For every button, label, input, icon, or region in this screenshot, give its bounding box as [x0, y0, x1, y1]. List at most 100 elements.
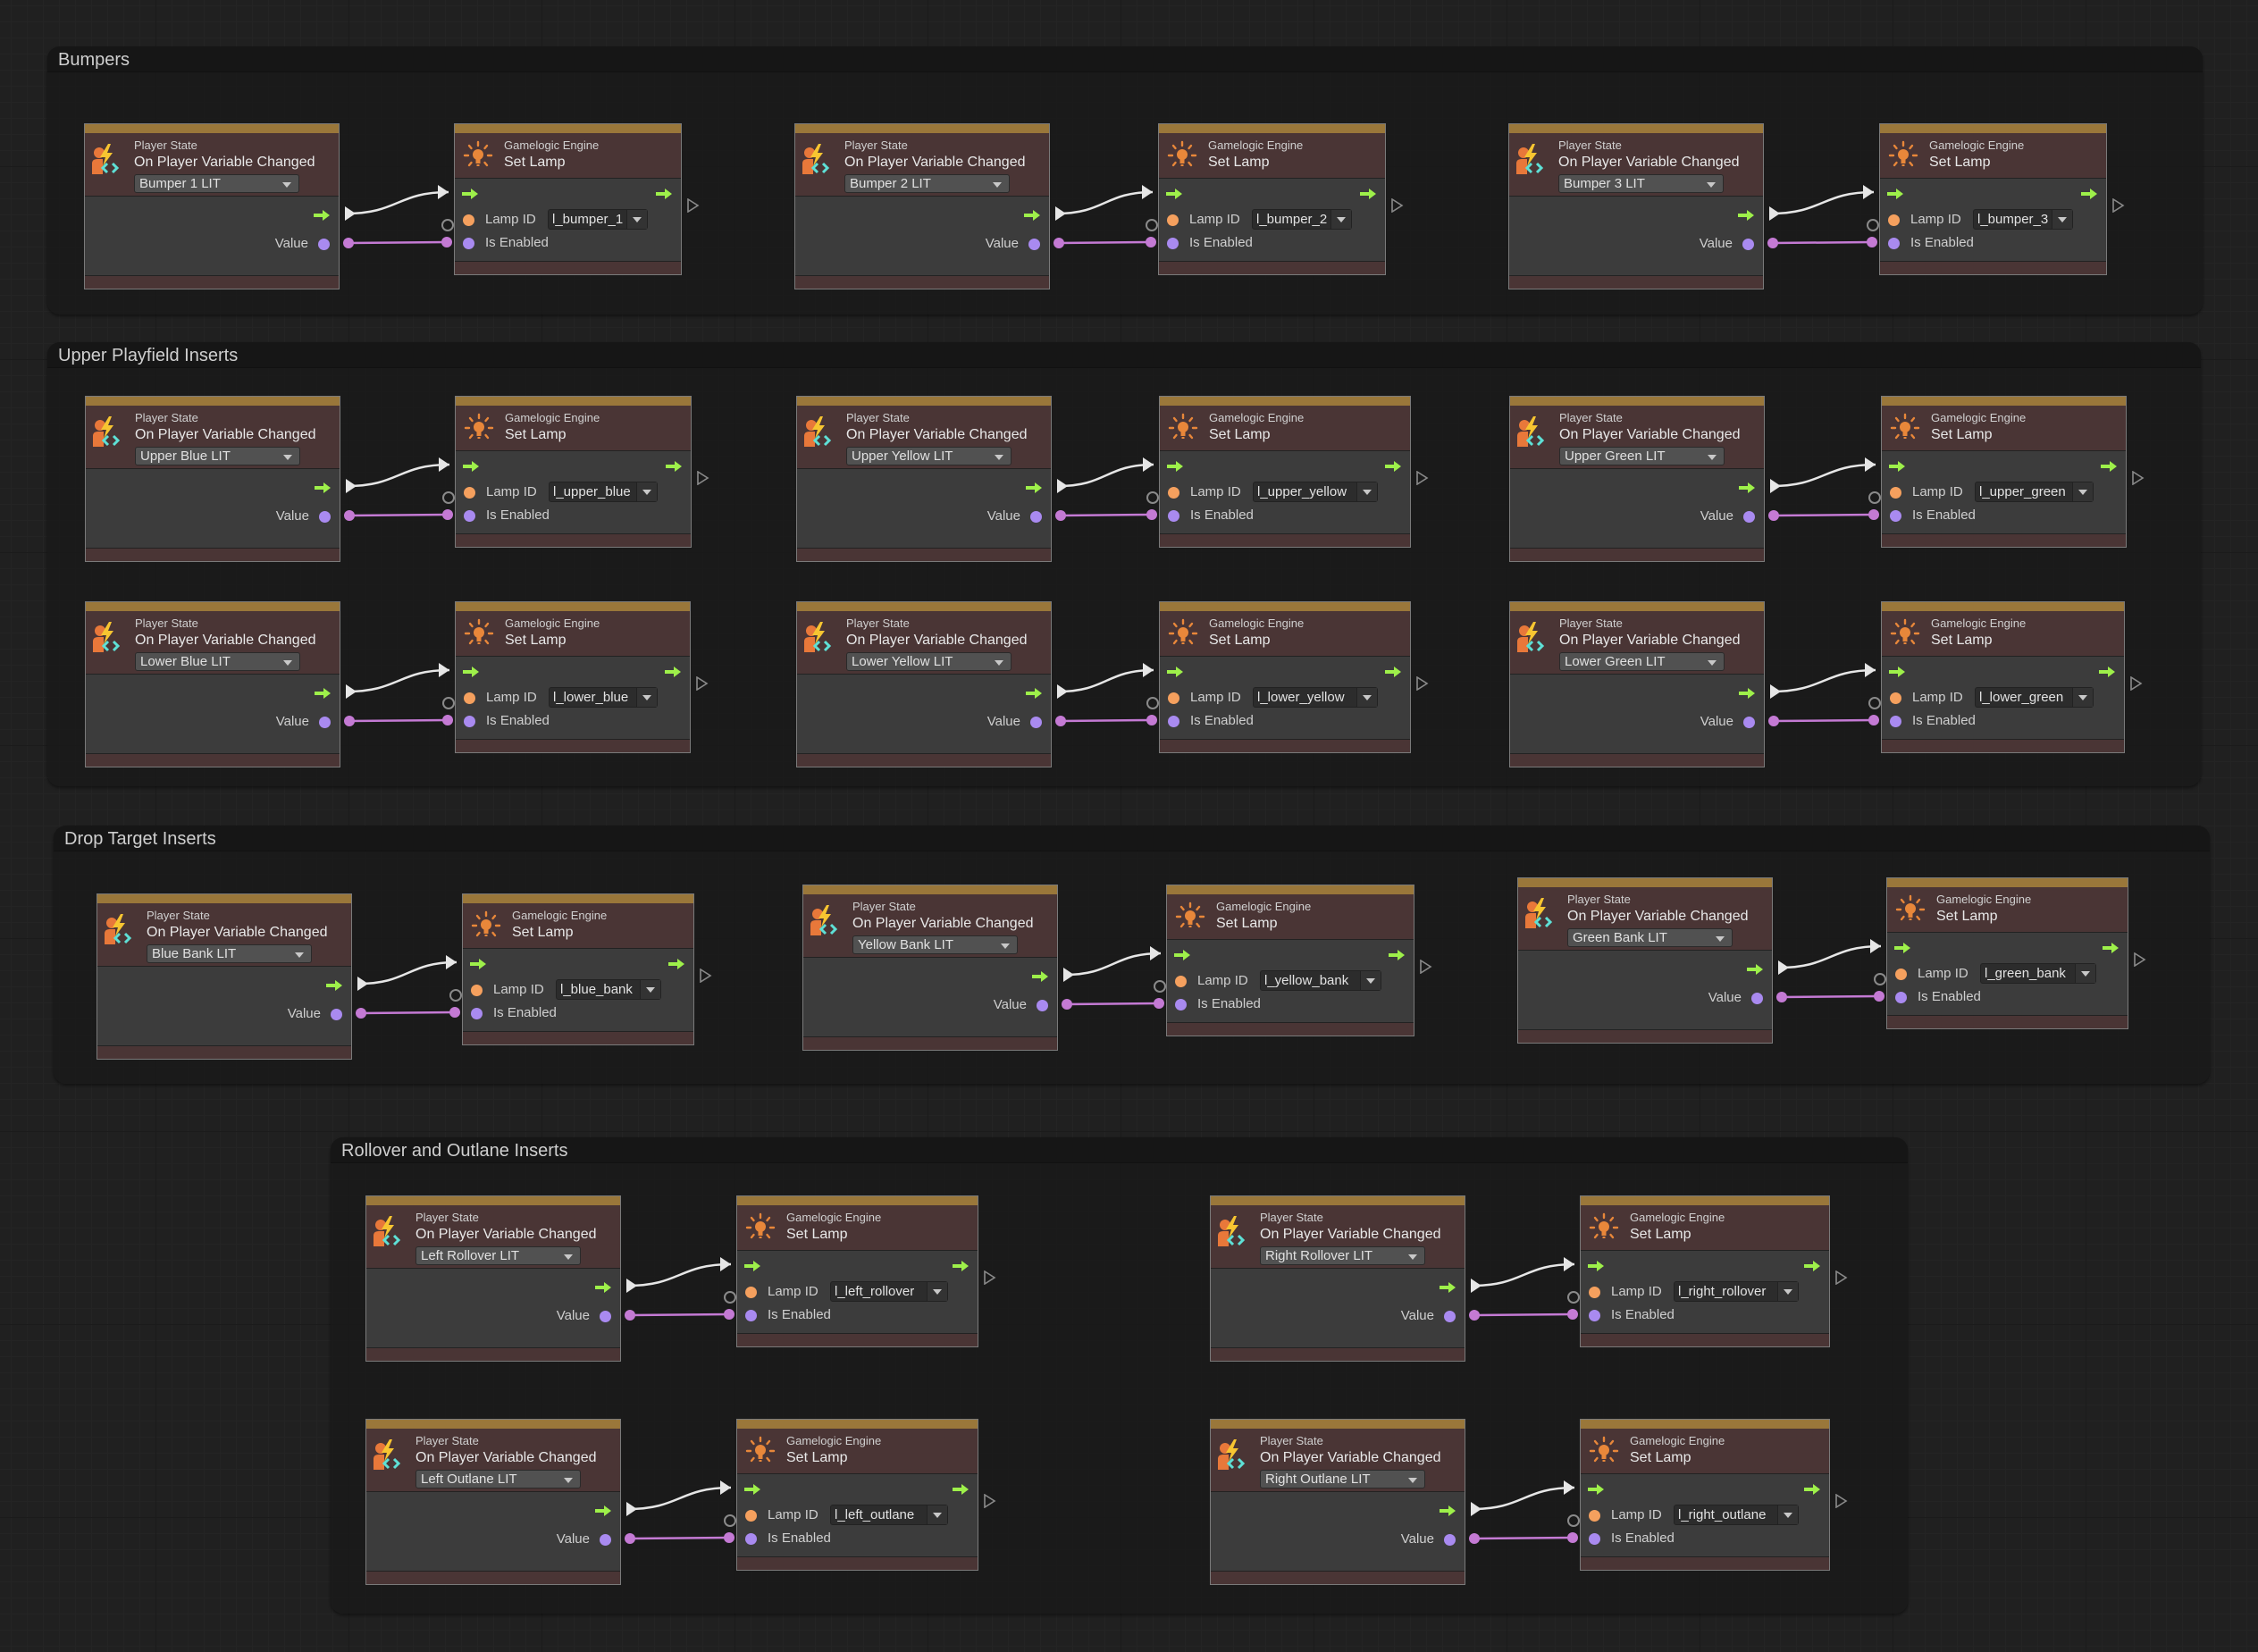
- player-state-node[interactable]: Player State On Player Variable Changed Bl…: [97, 893, 352, 1060]
- chevron-down-icon[interactable]: [2075, 964, 2095, 983]
- flow-output-icon[interactable]: [2103, 942, 2119, 953]
- player-state-node[interactable]: Player State On Player Variable Changed Lo…: [85, 601, 340, 767]
- node-header[interactable]: Player State On Player Variable Changed Ri…: [1211, 1205, 1465, 1269]
- set-lamp-node[interactable]: Gamelogic Engine Set Lamp Lamp ID l_bumper_…: [1879, 123, 2107, 275]
- lamp-id-port[interactable]: [1895, 969, 1907, 980]
- flow-output-icon[interactable]: [1440, 1281, 1456, 1293]
- chevron-down-icon[interactable]: [2052, 210, 2072, 229]
- flow-output-icon[interactable]: [1024, 209, 1040, 221]
- chevron-down-icon[interactable]: [2072, 482, 2093, 501]
- flow-output-socket-icon[interactable]: [2112, 197, 2125, 214]
- flow-output-icon[interactable]: [2099, 666, 2115, 677]
- node-header[interactable]: Gamelogic Engine Set Lamp: [1882, 406, 2126, 451]
- flow-output-icon[interactable]: [2101, 460, 2117, 472]
- variable-dropdown[interactable]: Upper Yellow LIT: [846, 447, 1011, 465]
- flow-input-icon[interactable]: [1889, 460, 1905, 472]
- set-lamp-node[interactable]: Gamelogic Engine Set Lamp Lamp ID l_bumper_…: [1158, 123, 1386, 275]
- lamp-id-select[interactable]: l_right_outlane: [1674, 1505, 1799, 1525]
- node-header[interactable]: Player State On Player Variable Changed Up…: [797, 406, 1051, 469]
- node-header[interactable]: Player State On Player Variable Changed Bu…: [795, 133, 1049, 197]
- lamp-id-port[interactable]: [1168, 487, 1179, 499]
- value-output-port[interactable]: [1037, 1000, 1048, 1011]
- flow-output-socket-icon[interactable]: [1835, 1270, 1848, 1286]
- value-output-port[interactable]: [1028, 239, 1040, 250]
- value-output-port[interactable]: [1030, 717, 1042, 728]
- player-state-node[interactable]: Player State On Player Variable Changed Ye…: [802, 885, 1058, 1051]
- flow-input-icon[interactable]: [1894, 942, 1910, 953]
- flow-output-socket-icon[interactable]: [1416, 470, 1429, 486]
- flow-input-icon[interactable]: [1167, 460, 1183, 472]
- is-enabled-port[interactable]: [1168, 716, 1179, 727]
- player-state-node[interactable]: Player State On Player Variable Changed Ri…: [1210, 1195, 1465, 1362]
- is-enabled-port[interactable]: [1888, 238, 1900, 249]
- variable-dropdown[interactable]: Lower Green LIT: [1559, 652, 1725, 671]
- set-lamp-node[interactable]: Gamelogic Engine Set Lamp Lamp ID l_left_ro…: [736, 1195, 978, 1347]
- flow-input-icon[interactable]: [1167, 666, 1183, 677]
- value-output-port[interactable]: [319, 717, 331, 728]
- lamp-id-select[interactable]: l_upper_yellow: [1253, 482, 1378, 502]
- flow-output-icon[interactable]: [315, 482, 331, 493]
- flow-output-icon[interactable]: [1360, 188, 1376, 199]
- variable-dropdown[interactable]: Left Outlane LIT: [416, 1470, 581, 1488]
- lamp-id-input-socket[interactable]: [1146, 697, 1159, 709]
- value-output-port[interactable]: [1444, 1534, 1456, 1546]
- flow-output-icon[interactable]: [1804, 1260, 1820, 1271]
- lamp-id-input-socket[interactable]: [1146, 491, 1159, 504]
- node-header[interactable]: Gamelogic Engine Set Lamp: [1167, 894, 1414, 940]
- flow-output-icon[interactable]: [1747, 963, 1763, 975]
- lamp-id-port[interactable]: [464, 692, 475, 704]
- node-header[interactable]: Gamelogic Engine Set Lamp: [1160, 611, 1410, 657]
- lamp-id-input-socket[interactable]: [1868, 697, 1881, 709]
- set-lamp-node[interactable]: Gamelogic Engine Set Lamp Lamp ID l_upper_y…: [1159, 396, 1411, 548]
- lamp-id-input-socket[interactable]: [724, 1291, 736, 1304]
- variable-dropdown[interactable]: Yellow Bank LIT: [852, 935, 1018, 954]
- lamp-id-input-socket[interactable]: [449, 989, 462, 1002]
- lamp-id-select[interactable]: l_green_bank: [1980, 963, 2096, 984]
- lamp-id-input-socket[interactable]: [1567, 1291, 1580, 1304]
- node-header[interactable]: Player State On Player Variable Changed Ri…: [1211, 1429, 1465, 1492]
- lamp-id-select[interactable]: l_upper_green: [1975, 482, 2094, 502]
- is-enabled-port[interactable]: [1895, 992, 1907, 1003]
- lamp-id-input-socket[interactable]: [1154, 980, 1166, 993]
- lamp-id-port[interactable]: [1167, 214, 1179, 226]
- flow-output-socket-icon[interactable]: [697, 470, 709, 486]
- is-enabled-port[interactable]: [463, 238, 474, 249]
- lamp-id-input-socket[interactable]: [441, 219, 454, 231]
- node-header[interactable]: Gamelogic Engine Set Lamp: [456, 406, 691, 451]
- is-enabled-port[interactable]: [1167, 238, 1179, 249]
- is-enabled-port[interactable]: [471, 1008, 483, 1019]
- lamp-id-select[interactable]: l_yellow_bank: [1260, 970, 1381, 991]
- lamp-id-port[interactable]: [1589, 1510, 1600, 1522]
- chevron-down-icon[interactable]: [636, 688, 657, 707]
- variable-dropdown[interactable]: Blue Bank LIT: [147, 944, 312, 963]
- node-header[interactable]: Gamelogic Engine Set Lamp: [463, 903, 693, 949]
- flow-output-icon[interactable]: [326, 979, 342, 991]
- lamp-id-port[interactable]: [1175, 976, 1187, 987]
- lamp-id-input-socket[interactable]: [1868, 491, 1881, 504]
- node-header[interactable]: Player State On Player Variable Changed Ye…: [803, 894, 1057, 958]
- flow-input-icon[interactable]: [1588, 1483, 1604, 1495]
- flow-output-socket-icon[interactable]: [696, 675, 709, 692]
- node-group[interactable]: Upper Playfield Inserts: [47, 342, 2201, 786]
- chevron-down-icon[interactable]: [626, 210, 647, 229]
- lamp-id-select[interactable]: l_bumper_3: [1973, 209, 2073, 230]
- flow-output-icon[interactable]: [1026, 482, 1042, 493]
- variable-dropdown[interactable]: Upper Blue LIT: [135, 447, 300, 465]
- player-state-node[interactable]: Player State On Player Variable Changed Le…: [365, 1419, 621, 1585]
- node-header[interactable]: Gamelogic Engine Set Lamp: [455, 133, 681, 179]
- flow-output-socket-icon[interactable]: [1420, 959, 1432, 975]
- set-lamp-node[interactable]: Gamelogic Engine Set Lamp Lamp ID l_upper_b…: [455, 396, 692, 548]
- lamp-id-port[interactable]: [463, 214, 474, 226]
- flow-output-socket-icon[interactable]: [1416, 675, 1429, 692]
- player-state-node[interactable]: Player State On Player Variable Changed Up…: [796, 396, 1052, 562]
- lamp-id-input-socket[interactable]: [1146, 219, 1158, 231]
- node-header[interactable]: Player State On Player Variable Changed Gr…: [1518, 887, 1772, 951]
- flow-input-icon[interactable]: [463, 460, 479, 472]
- lamp-id-input-socket[interactable]: [1567, 1514, 1580, 1527]
- set-lamp-node[interactable]: Gamelogic Engine Set Lamp Lamp ID l_upper_g…: [1881, 396, 2127, 548]
- node-header[interactable]: Gamelogic Engine Set Lamp: [737, 1205, 978, 1251]
- set-lamp-node[interactable]: Gamelogic Engine Set Lamp Lamp ID l_left_ou…: [736, 1419, 978, 1571]
- value-output-port[interactable]: [1751, 993, 1763, 1004]
- flow-input-icon[interactable]: [1174, 949, 1190, 960]
- player-state-node[interactable]: Player State On Player Variable Changed Bu…: [794, 123, 1050, 289]
